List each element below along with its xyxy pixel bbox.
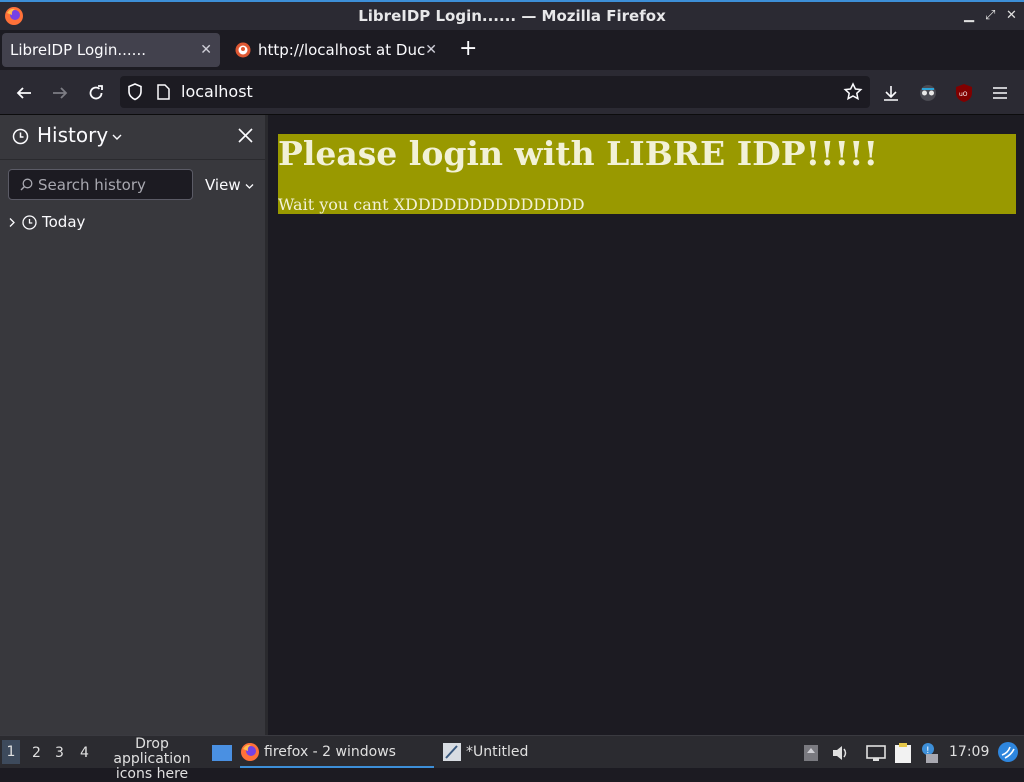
ublock-origin-icon: uO <box>956 84 972 102</box>
privacy-badger-icon <box>920 85 936 101</box>
firefox-icon <box>241 743 259 761</box>
page-icon[interactable] <box>157 84 170 100</box>
close-window-button[interactable]: ✕ <box>1006 8 1017 23</box>
close-tab-icon[interactable]: ✕ <box>425 42 437 58</box>
history-sidebar: History Search history View Today <box>0 115 268 735</box>
tab-libreidp-login[interactable]: LibreIDP Login...... ✕ <box>2 33 220 67</box>
chevron-right-icon[interactable] <box>8 217 17 228</box>
close-sidebar-icon[interactable] <box>238 128 253 143</box>
history-group-today[interactable]: Today <box>8 213 85 231</box>
bookmark-star-icon[interactable] <box>843 82 863 102</box>
login-banner: Please login with LIBRE IDP!!!!! Wait yo… <box>278 134 1016 214</box>
sidebar-title[interactable]: History <box>37 123 108 147</box>
workspace-3-button[interactable]: 3 <box>55 745 64 761</box>
reload-icon <box>89 85 103 100</box>
taskbar-firefox[interactable]: firefox - 2 windows <box>240 738 434 768</box>
workspace-4-button[interactable]: 4 <box>80 745 89 761</box>
downloads-button[interactable] <box>880 82 902 104</box>
text-editor-icon <box>443 743 461 761</box>
extension-button[interactable] <box>917 82 939 104</box>
duckduckgo-favicon-icon <box>235 42 251 58</box>
tab-strip: LibreIDP Login...... ✕ http://localhost … <box>0 30 1024 70</box>
updates-tray-icon[interactable] <box>803 744 819 762</box>
history-clock-icon <box>12 128 29 145</box>
system-menu-icon[interactable] <box>997 741 1019 763</box>
chevron-down-icon <box>245 184 254 189</box>
notification-icon[interactable]: ! <box>920 742 940 764</box>
clock[interactable]: 17:09 <box>949 744 989 760</box>
page-text: Wait you cant XDDDDDDDDDDDDDD <box>278 195 585 214</box>
window-title: LibreIDP Login...... — Mozilla Firefox <box>358 7 666 25</box>
url-text[interactable]: localhost <box>181 82 253 101</box>
network-icon[interactable] <box>866 744 886 762</box>
maximize-button[interactable]: ⤢ <box>985 8 995 23</box>
clock-icon <box>22 214 37 230</box>
hamburger-menu-icon <box>993 87 1007 99</box>
show-desktop-icon[interactable] <box>212 745 232 761</box>
window-titlebar: LibreIDP Login...... — Mozilla Firefox ▁… <box>0 0 1024 30</box>
tab-label: LibreIDP Login...... <box>10 41 146 59</box>
page-heading: Please login with LIBRE IDP!!!!! <box>278 134 878 173</box>
taskbar: 1 2 3 4 Drop application icons here fire… <box>0 735 1024 782</box>
clipboard-icon[interactable] <box>893 742 913 764</box>
minimize-button[interactable]: ▁ <box>964 8 974 23</box>
sidebar-header: History <box>0 115 265 160</box>
workspace-1-button[interactable]: 1 <box>2 740 20 764</box>
app-menu-button[interactable] <box>989 82 1011 104</box>
back-button[interactable] <box>13 82 35 104</box>
launcher-drop-area[interactable]: Drop application icons here <box>96 737 208 782</box>
history-group-label: Today <box>42 213 86 231</box>
page-content: Please login with LIBRE IDP!!!!! Wait yo… <box>268 115 1024 735</box>
taskbar-text-editor[interactable]: *Untitled <box>442 738 592 766</box>
tab-label: http://localhost at Duc <box>258 41 426 59</box>
task-label: *Untitled <box>466 744 529 760</box>
url-bar[interactable]: localhost <box>120 76 870 108</box>
view-label: View <box>205 176 241 194</box>
shield-icon[interactable] <box>127 83 143 101</box>
task-label: firefox - 2 windows <box>264 744 396 760</box>
ublock-origin-button[interactable]: uO <box>953 82 975 104</box>
close-tab-icon[interactable]: ✕ <box>200 42 212 58</box>
forward-arrow-icon <box>53 87 68 99</box>
download-icon <box>884 86 898 101</box>
back-arrow-icon <box>16 87 31 99</box>
search-icon <box>20 178 33 191</box>
workspace-2-button[interactable]: 2 <box>32 745 41 761</box>
view-menu-button[interactable]: View <box>205 176 254 194</box>
search-placeholder: Search history <box>38 176 146 194</box>
chevron-down-icon[interactable] <box>112 133 122 141</box>
svg-text:uO: uO <box>959 91 968 98</box>
forward-button[interactable] <box>49 82 71 104</box>
tab-duckduckgo[interactable]: http://localhost at Duc ✕ <box>227 33 445 67</box>
reload-button[interactable] <box>85 82 107 104</box>
volume-icon[interactable] <box>831 744 849 762</box>
history-search-input[interactable]: Search history <box>8 169 193 200</box>
new-tab-button[interactable]: + <box>459 36 477 61</box>
navigation-toolbar: localhost uO <box>0 70 1024 115</box>
